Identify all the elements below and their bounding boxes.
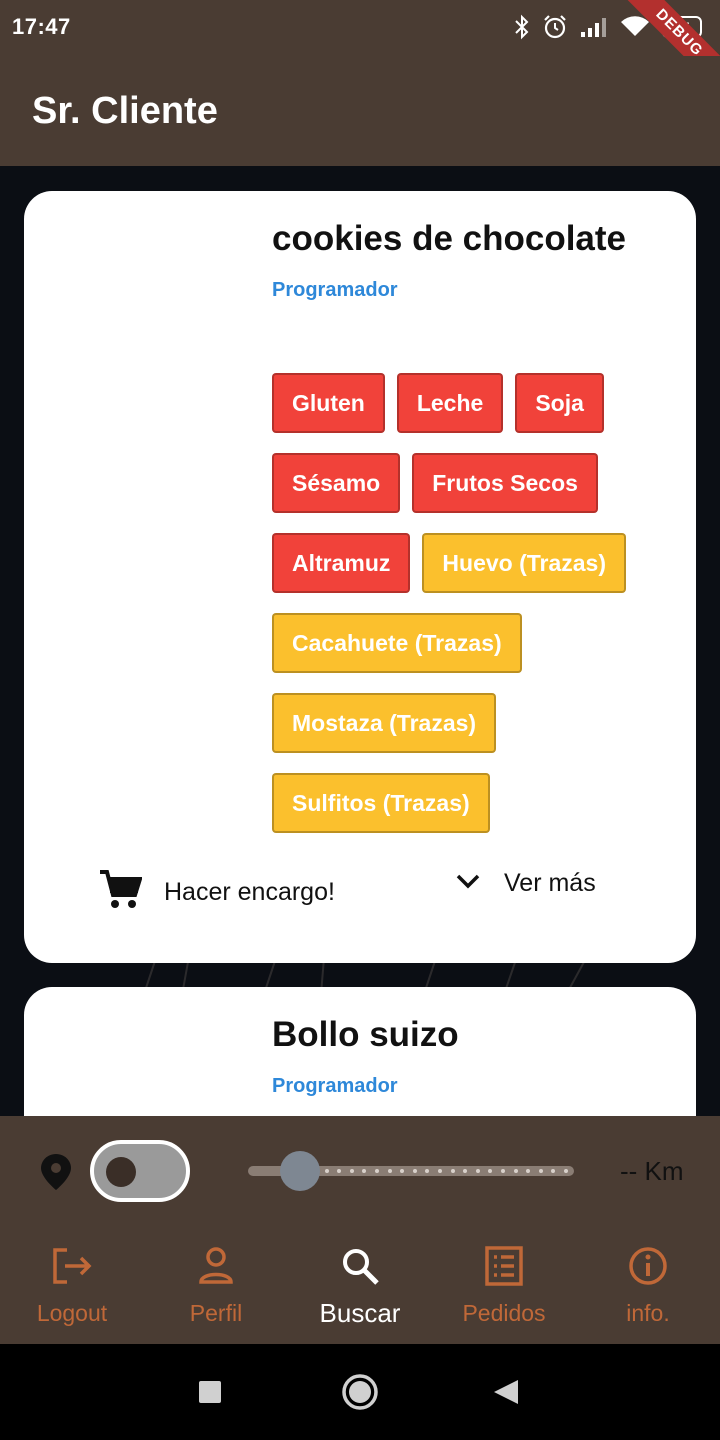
search-icon (340, 1246, 380, 1286)
back-button[interactable] (492, 1378, 520, 1411)
product-card[interactable]: Bollo suizo Programador (24, 987, 696, 1116)
nav-label: Pedidos (462, 1300, 546, 1326)
product-name: Bollo suizo (272, 1015, 459, 1054)
signal-icon (580, 16, 608, 38)
allergen-chip: Sulfitos (Trazas) (272, 773, 490, 833)
allergen-chip: Mostaza (Trazas) (272, 693, 497, 753)
product-author[interactable]: Programador (272, 1075, 398, 1098)
list-icon (485, 1246, 523, 1286)
product-list[interactable]: cookies de chocolate Programador Gluten … (0, 166, 720, 1116)
allergen-chip: Huevo (Trazas) (422, 533, 627, 593)
recent-apps-button[interactable] (198, 1380, 222, 1409)
allergen-chip: Cacahuete (Trazas) (272, 613, 522, 673)
status-time: 17:47 (12, 14, 71, 39)
allergen-chip: Frutos Secos (412, 453, 598, 513)
see-more-button[interactable]: Ver más (454, 869, 596, 898)
person-icon (198, 1246, 234, 1286)
see-more-label: Ver más (504, 869, 596, 897)
toggle-knob (106, 1157, 136, 1187)
distance-filter-bar: -- Km (0, 1116, 720, 1226)
distance-label: -- Km (620, 1156, 684, 1186)
slider-thumb[interactable] (280, 1151, 320, 1191)
card-actions: Hacer encargo! Ver más (24, 859, 696, 919)
order-label: Hacer encargo! (164, 878, 335, 906)
location-pin-icon (38, 1152, 74, 1197)
logout-icon (51, 1246, 93, 1286)
home-button[interactable] (340, 1372, 380, 1417)
system-navigation-bar (0, 1344, 720, 1440)
nav-item-logout[interactable]: Logout (0, 1226, 144, 1344)
cart-icon (98, 869, 143, 916)
allergen-chip: Altramuz (272, 533, 411, 593)
chevron-down-icon (454, 869, 482, 898)
nav-item-info[interactable]: info. (576, 1226, 720, 1344)
nav-item-perfil[interactable]: Perfil (144, 1226, 288, 1344)
page-title: Sr. Cliente (32, 90, 218, 132)
nav-item-buscar[interactable]: Buscar (288, 1226, 432, 1344)
allergen-chip: Sésamo (272, 453, 401, 513)
product-card[interactable]: cookies de chocolate Programador Gluten … (24, 191, 696, 963)
nav-label: Logout (36, 1300, 108, 1326)
location-toggle[interactable] (90, 1140, 190, 1202)
product-name: cookies de chocolate (272, 219, 627, 258)
allergen-chip: Soja (515, 373, 604, 433)
bluetooth-icon (514, 14, 530, 40)
allergen-chip: Leche (396, 373, 504, 433)
bottom-navigation: Logout Perfil Buscar Pedidos info. (0, 1226, 720, 1344)
info-icon (628, 1246, 668, 1286)
allergen-chip: Gluten (272, 373, 385, 433)
nav-label: Perfil (189, 1300, 243, 1326)
wifi-icon (620, 16, 650, 38)
product-author[interactable]: Programador (272, 279, 398, 302)
alarm-icon (542, 14, 568, 40)
status-bar: 17:47 35 DEBUG (0, 0, 720, 96)
distance-slider[interactable] (248, 1151, 574, 1192)
slider-ticks (312, 1169, 568, 1173)
nav-label: Buscar (319, 1298, 401, 1328)
app-bar: Sr. Cliente (0, 56, 720, 166)
order-button[interactable]: Hacer encargo! (98, 869, 335, 916)
nav-item-pedidos[interactable]: Pedidos (432, 1226, 576, 1344)
allergen-chips: Gluten Leche Soja Sésamo Frutos Secos Al… (272, 373, 672, 833)
nav-label: info. (626, 1300, 670, 1326)
